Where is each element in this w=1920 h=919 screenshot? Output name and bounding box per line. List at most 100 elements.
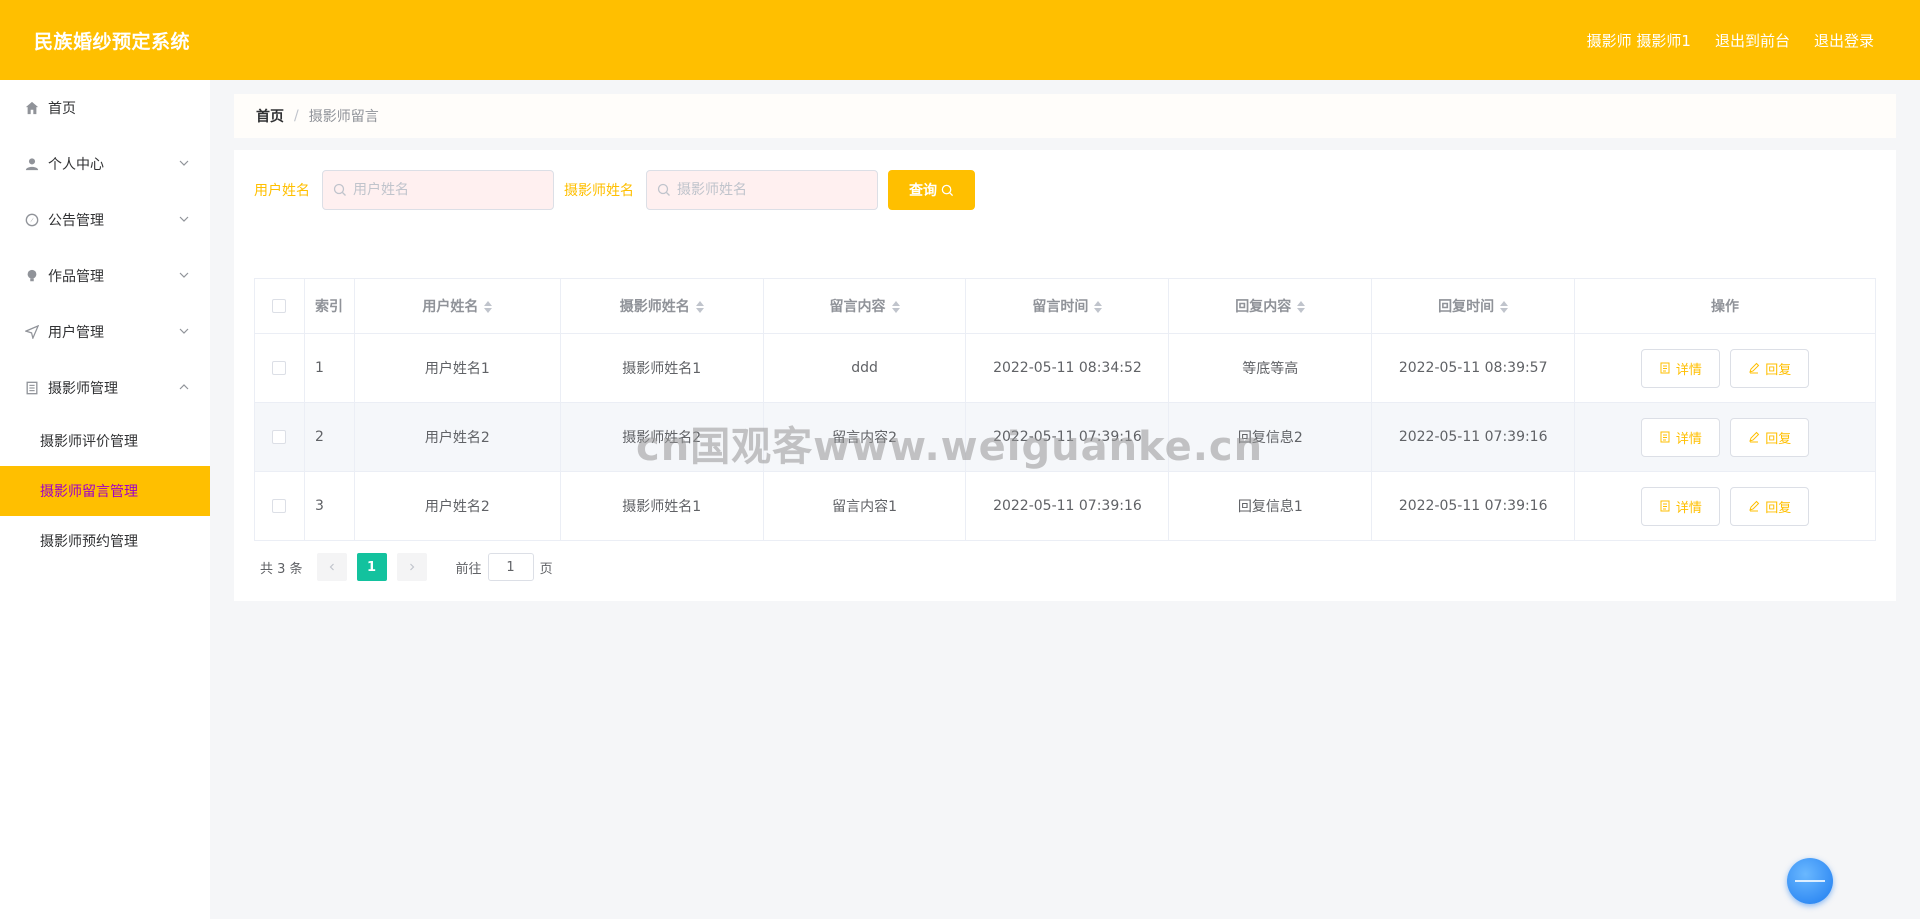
- chevron-down-icon: [179, 272, 189, 278]
- select-all-cell: [254, 278, 305, 334]
- pagination-total: 共 3 条: [260, 561, 303, 577]
- column-header-label: 留言时间: [1032, 299, 1089, 315]
- goto-label: 前往: [455, 561, 482, 577]
- cell-msg-time: 2022-05-11 07:39:16: [965, 471, 1170, 541]
- query-button-label: 查询: [909, 183, 937, 199]
- prev-page-button[interactable]: [316, 553, 347, 581]
- cell-msg-time: 2022-05-11 07:39:16: [965, 402, 1170, 472]
- floating-assistant-button[interactable]: [1787, 858, 1833, 904]
- home-icon: [24, 100, 40, 116]
- sidebar-subitem-review[interactable]: 摄影师评价管理: [0, 416, 210, 466]
- sort-icon[interactable]: [1297, 301, 1306, 313]
- reply-button[interactable]: 回复: [1730, 486, 1810, 526]
- search-icon: [657, 183, 670, 196]
- sidebar-item-profile[interactable]: 个人中心: [0, 136, 210, 192]
- column-header-msg-time[interactable]: 留言时间: [965, 278, 1170, 334]
- cell-actions: 详情 回复: [1574, 333, 1876, 403]
- table-row: 1 用户姓名1 摄影师姓名1 ddd 2022-05-11 08:34:52 等…: [254, 333, 1876, 403]
- bulb-icon: [24, 268, 40, 284]
- cell-photographer: 摄影师姓名1: [559, 471, 764, 541]
- reply-button-label: 回复: [1765, 500, 1792, 516]
- query-button[interactable]: 查询: [888, 170, 975, 210]
- cell-actions: 详情 回复: [1574, 471, 1876, 541]
- current-user-label: 摄影师 摄影师1: [1586, 31, 1691, 50]
- detail-button-label: 详情: [1675, 431, 1702, 447]
- column-header-content[interactable]: 留言内容: [762, 278, 967, 334]
- sidebar-item-notice[interactable]: 公告管理: [0, 192, 210, 248]
- cell-user: 用户姓名1: [353, 333, 561, 403]
- next-page-button[interactable]: [396, 553, 427, 581]
- sidebar: 首页 个人中心 公告管理 作品管理 用户管理 摄影师管理 摄影师评价管理 摄影师…: [0, 80, 210, 919]
- user-name-input[interactable]: [353, 182, 533, 198]
- detail-button[interactable]: 详情: [1640, 348, 1720, 388]
- sidebar-subitem-booking[interactable]: 摄影师预约管理: [0, 516, 210, 566]
- table-row: 2 用户姓名2 摄影师姓名2 留言内容2 2022-05-11 07:39:16…: [254, 402, 1876, 472]
- column-header-reply[interactable]: 回复内容: [1168, 278, 1373, 334]
- sidebar-item-label: 个人中心: [48, 157, 104, 173]
- chevron-up-icon: [179, 384, 189, 390]
- cell-msg-time: 2022-05-11 08:34:52: [965, 333, 1170, 403]
- cell-index: 3: [303, 471, 355, 541]
- page-jump: 前往 1 页: [456, 553, 553, 581]
- search-icon: [941, 184, 954, 196]
- row-select-cell: [254, 333, 305, 403]
- search-bar: 用户姓名 摄影师姓名 查询: [254, 170, 975, 210]
- column-header-label: 留言内容: [829, 299, 886, 315]
- breadcrumb-home[interactable]: 首页: [256, 106, 284, 126]
- photographer-name-input[interactable]: [677, 182, 857, 198]
- edit-icon: [1749, 362, 1760, 374]
- row-checkbox[interactable]: [272, 361, 287, 375]
- sort-icon[interactable]: [1094, 301, 1103, 313]
- reply-button-label: 回复: [1765, 362, 1792, 378]
- column-header-label: 用户姓名: [422, 299, 479, 315]
- table-row: 3 用户姓名2 摄影师姓名1 留言内容1 2022-05-11 07:39:16…: [254, 471, 1876, 541]
- cell-content: ddd: [762, 333, 967, 403]
- edit-icon: [1749, 500, 1760, 512]
- cell-user: 用户姓名2: [353, 402, 561, 472]
- user-name-input-wrapper: [322, 170, 554, 210]
- user-name-label: 用户姓名: [254, 183, 310, 199]
- sort-icon[interactable]: [891, 301, 900, 313]
- page-unit-label: 页: [539, 561, 553, 577]
- column-header-photographer[interactable]: 摄影师姓名: [559, 278, 764, 334]
- sort-icon[interactable]: [484, 301, 493, 313]
- document-icon: [24, 380, 40, 396]
- cell-content: 留言内容2: [762, 402, 967, 472]
- reply-button[interactable]: 回复: [1730, 348, 1810, 388]
- sort-icon[interactable]: [695, 301, 704, 313]
- logout-link[interactable]: 退出登录: [1814, 30, 1874, 51]
- column-header-user[interactable]: 用户姓名: [353, 278, 561, 334]
- chevron-right-icon: [409, 563, 414, 571]
- goto-page-input[interactable]: 1: [487, 553, 534, 581]
- cell-photographer: 摄影师姓名1: [559, 333, 764, 403]
- reply-button[interactable]: 回复: [1730, 417, 1810, 457]
- table-header-row: 索引 用户姓名 摄影师姓名 留言内容 留言时间 回复内容 回复时间 操作: [254, 278, 1876, 334]
- sort-icon[interactable]: [1500, 301, 1509, 313]
- photographer-name-label: 摄影师姓名: [564, 183, 634, 199]
- cell-user: 用户姓名2: [353, 471, 561, 541]
- sidebar-item-home[interactable]: 首页: [0, 80, 210, 136]
- back-to-front-link[interactable]: 退出到前台: [1715, 30, 1790, 51]
- cell-actions: 详情 回复: [1574, 402, 1876, 472]
- app-title: 民族婚纱预定系统: [34, 30, 191, 53]
- sidebar-subitem-messages[interactable]: 摄影师留言管理: [0, 466, 210, 516]
- column-header-index: 索引: [303, 278, 355, 334]
- assistant-icon: [1795, 880, 1825, 882]
- row-checkbox[interactable]: [272, 430, 287, 444]
- sidebar-item-works[interactable]: 作品管理: [0, 248, 210, 304]
- cell-reply: 回复信息1: [1168, 471, 1373, 541]
- detail-button[interactable]: 详情: [1640, 486, 1720, 526]
- sidebar-item-users[interactable]: 用户管理: [0, 304, 210, 360]
- edit-icon: [1749, 431, 1760, 443]
- search-icon: [333, 183, 346, 196]
- cell-reply: 等底等高: [1168, 333, 1373, 403]
- column-header-reply-time[interactable]: 回复时间: [1371, 278, 1576, 334]
- select-all-checkbox[interactable]: [272, 299, 287, 313]
- page-number-current[interactable]: 1: [356, 553, 387, 581]
- user-icon: [24, 156, 40, 172]
- sidebar-item-photographer[interactable]: 摄影师管理: [0, 360, 210, 416]
- detail-button[interactable]: 详情: [1640, 417, 1720, 457]
- row-checkbox[interactable]: [272, 499, 287, 513]
- row-select-cell: [254, 402, 305, 472]
- column-header-label: 摄影师姓名: [619, 299, 690, 315]
